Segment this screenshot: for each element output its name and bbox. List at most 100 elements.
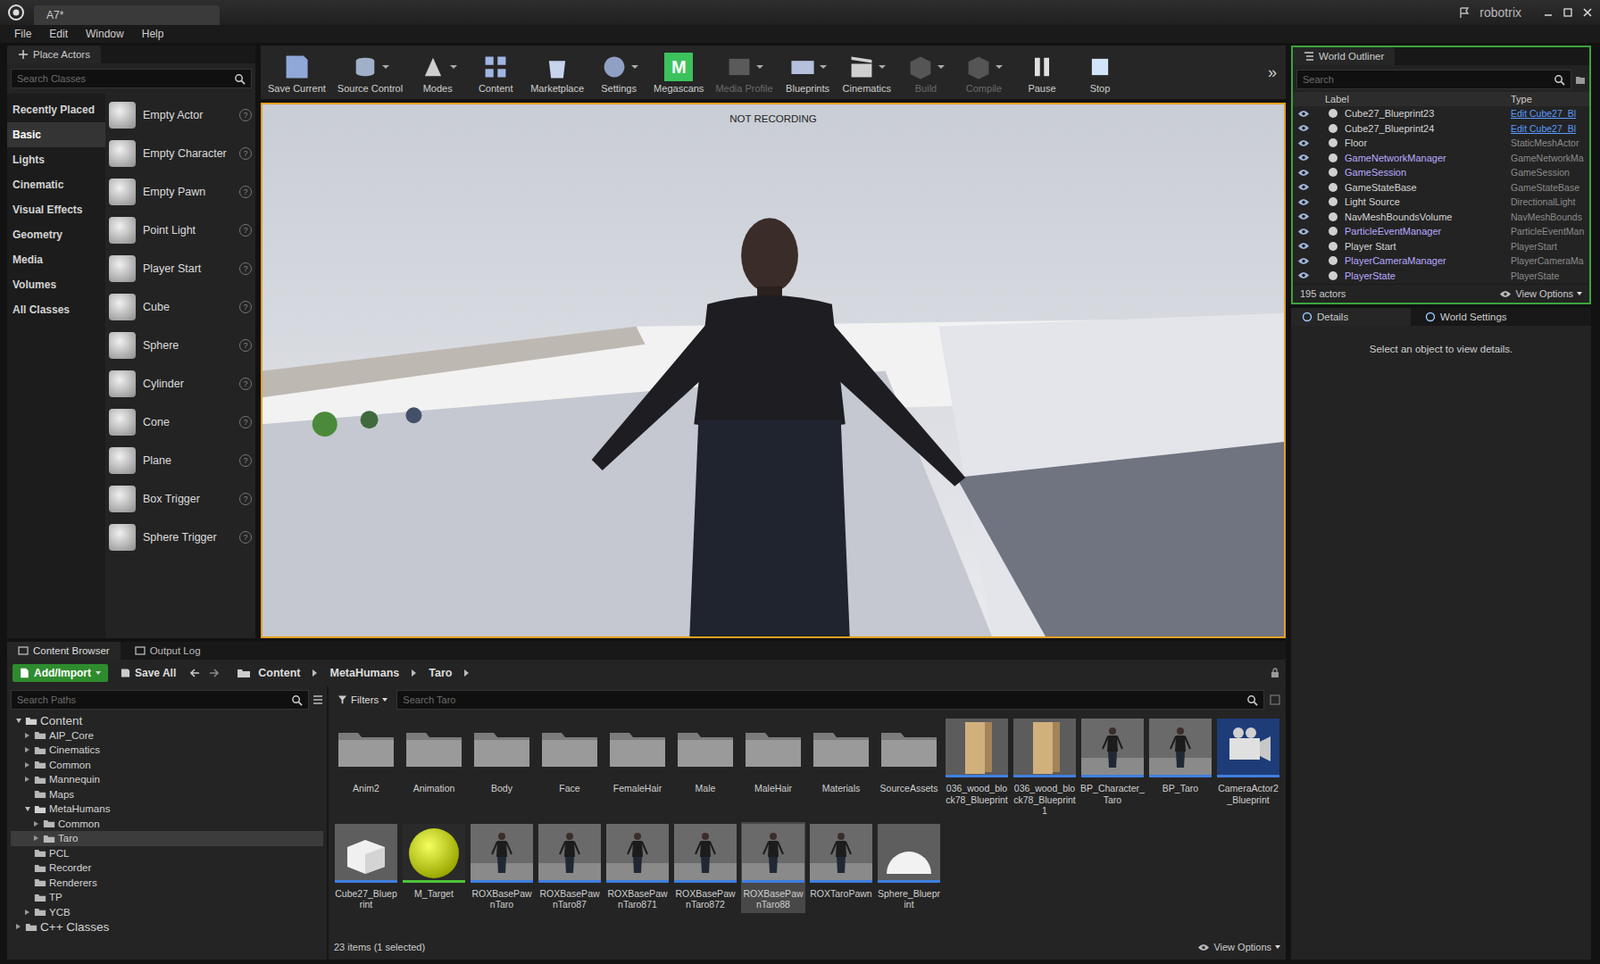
outliner-row[interactable]: Cube27_Blueprint23Edit Cube27_Bl (1292, 106, 1590, 122)
feedback-icon[interactable] (1458, 6, 1471, 19)
viewport[interactable]: NOT RECORDING (260, 102, 1286, 639)
asset-tile[interactable]: ROXTaroPawn (808, 822, 874, 914)
asset-tile[interactable]: FemaleHair (605, 716, 670, 819)
category-item[interactable]: Recently Placed (7, 97, 106, 123)
search-assets-field[interactable]: Search Taro (396, 690, 1265, 710)
document-tab[interactable]: A7* (33, 5, 220, 25)
outliner-search-field[interactable]: Search (1296, 69, 1572, 90)
lock-icon[interactable] (1269, 667, 1281, 679)
asset-tile[interactable]: Animation (401, 716, 467, 819)
actor-item[interactable]: Empty Character? (108, 133, 252, 173)
help-icon[interactable]: ? (239, 262, 252, 275)
tree-row[interactable]: AIP_Core (10, 728, 324, 744)
breadcrumb-separator-icon[interactable] (464, 669, 469, 677)
menu-item[interactable]: Window (85, 27, 125, 41)
asset-tile[interactable]: ROXBasePawnTaro88 (741, 822, 806, 914)
visibility-eye-icon[interactable] (1297, 168, 1310, 177)
view-options-button[interactable]: View Options (1499, 288, 1583, 300)
expand-icon[interactable] (25, 909, 30, 916)
toolbar-button[interactable]: Build (897, 49, 955, 96)
category-item[interactable]: Lights (7, 147, 106, 173)
help-icon[interactable]: ? (239, 147, 252, 160)
category-item[interactable]: Basic (7, 122, 106, 148)
help-icon[interactable]: ? (239, 108, 252, 122)
help-icon[interactable]: ? (239, 416, 252, 429)
visibility-eye-icon[interactable] (1297, 198, 1310, 207)
outliner-row[interactable]: GameStateBaseGameStateBase (1292, 180, 1590, 196)
expand-icon[interactable] (16, 718, 22, 724)
toolbar-button[interactable]: Pause (1013, 49, 1071, 96)
outliner-row[interactable]: GameNetworkManagerGameNetworkMa (1292, 150, 1590, 167)
tree-row[interactable]: Cinematics (10, 742, 324, 759)
back-icon[interactable] (188, 667, 201, 679)
actor-item[interactable]: Cylinder? (108, 364, 252, 403)
toolbar-button[interactable]: Modes (408, 49, 467, 96)
menu-item[interactable]: Help (141, 27, 165, 41)
tree-row[interactable]: Common (10, 816, 324, 833)
actor-item[interactable]: Cube? (108, 287, 252, 326)
dropdown-icon[interactable] (382, 65, 390, 69)
breadcrumb[interactable]: Taro (428, 666, 452, 680)
expand-icon[interactable] (16, 924, 21, 930)
asset-tile[interactable]: Materials (808, 716, 874, 819)
dropdown-icon[interactable] (819, 65, 827, 69)
dropdown-icon[interactable] (878, 65, 886, 69)
help-icon[interactable]: ? (239, 531, 252, 544)
details-tab[interactable]: Details (1291, 308, 1411, 326)
outliner-row[interactable]: PlayerCameraManagerPlayerCameraMa (1292, 253, 1590, 269)
breadcrumb-separator-icon[interactable] (312, 669, 317, 677)
asset-tile[interactable]: M_Target (401, 822, 467, 914)
dropdown-icon[interactable] (756, 65, 764, 69)
asset-tile[interactable]: 036_wood_block78_Blueprint (944, 716, 1009, 819)
toolbar-button[interactable]: Media Profile (709, 49, 778, 96)
actor-item[interactable]: Sphere Trigger? (108, 517, 252, 557)
outliner-row[interactable]: Light SourceDirectionalLight (1292, 194, 1590, 210)
actor-item[interactable]: Empty Pawn? (108, 172, 252, 211)
dropdown-icon[interactable] (995, 65, 1003, 69)
outliner-row[interactable]: NavMeshBoundsVolumeNavMeshBounds (1292, 209, 1590, 225)
dropdown-icon[interactable] (450, 65, 458, 69)
asset-tile[interactable]: Male (673, 716, 738, 819)
actor-item[interactable]: Box Trigger? (108, 479, 252, 518)
tree-row[interactable]: Content (10, 713, 324, 729)
close-icon[interactable] (1582, 7, 1593, 18)
actor-item[interactable]: Cone? (108, 402, 252, 442)
column-header[interactable]: Label (1314, 93, 1511, 105)
visibility-eye-icon[interactable] (1297, 139, 1310, 148)
outliner-row[interactable]: Player StartPlayerStart (1292, 239, 1590, 255)
dropdown-icon[interactable] (937, 65, 945, 69)
bottom-tab[interactable]: Content Browser (7, 641, 121, 660)
tree-row[interactable]: PCL (10, 846, 324, 862)
breadcrumb-separator-icon[interactable] (411, 669, 417, 677)
help-icon[interactable]: ? (239, 185, 252, 199)
minimize-icon[interactable] (1542, 7, 1554, 18)
expand-icon[interactable] (25, 762, 30, 768)
help-icon[interactable]: ? (239, 454, 252, 467)
category-item[interactable]: Cinematic (7, 172, 106, 198)
filters-button[interactable]: Filters (333, 694, 392, 706)
category-item[interactable]: Volumes (7, 272, 106, 298)
help-icon[interactable]: ? (239, 300, 252, 314)
save-search-icon[interactable] (1269, 694, 1281, 706)
outliner-row[interactable]: Cube27_Blueprint24Edit Cube27_Bl (1292, 121, 1590, 137)
tree-row[interactable]: YCB (10, 905, 324, 921)
outliner-row[interactable]: FloorStaticMeshActor (1292, 135, 1590, 151)
actor-item[interactable]: Point Light? (108, 210, 252, 250)
breadcrumb[interactable]: MetaHumans (329, 666, 400, 680)
visibility-eye-icon[interactable] (1297, 124, 1310, 133)
asset-tile[interactable]: Anim2 (333, 716, 399, 819)
save-all-button[interactable]: Save All (115, 664, 182, 683)
search-paths-field[interactable]: Search Paths (10, 690, 309, 710)
place-actors-tab[interactable]: Place Actors (7, 45, 101, 64)
asset-tile[interactable]: ROXBasePawnTaro871 (605, 822, 670, 914)
forward-icon[interactable] (208, 667, 221, 679)
help-icon[interactable]: ? (239, 377, 252, 391)
asset-tile[interactable]: BP_Taro (1148, 716, 1213, 819)
asset-tile[interactable]: Body (469, 716, 534, 819)
visibility-eye-icon[interactable] (1297, 241, 1310, 250)
actor-item[interactable]: Player Start? (108, 249, 252, 288)
outliner-row[interactable]: PlayerStatePlayerState (1292, 268, 1590, 284)
tree-row[interactable]: Common (10, 758, 324, 774)
category-item[interactable]: Geometry (7, 222, 106, 248)
tree-row[interactable]: Mannequin (10, 772, 324, 788)
